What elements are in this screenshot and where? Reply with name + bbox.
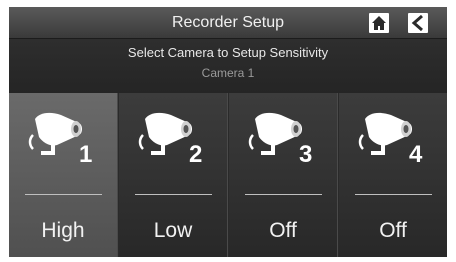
- home-button[interactable]: [369, 13, 389, 33]
- camera-tile-4[interactable]: 4 Off: [339, 93, 447, 257]
- security-camera-icon: [138, 112, 192, 155]
- camera-tiles: 1 High 2 Low 3 Off 4 Off: [9, 93, 447, 257]
- camera-number: 3: [299, 141, 313, 168]
- divider: [135, 194, 212, 195]
- camera-tile-1[interactable]: 1 High: [9, 93, 118, 257]
- home-icon: [372, 16, 386, 30]
- camera-tile-2[interactable]: 2 Low: [119, 93, 228, 257]
- sensitivity-level: High: [41, 219, 85, 242]
- instruction-text: Select Camera to Setup Sensitivity: [127, 45, 329, 60]
- camera-number: 2: [189, 141, 203, 168]
- security-camera-icon: [248, 112, 302, 155]
- instruction-panel: Select Camera to Setup Sensitivity Camer…: [9, 39, 447, 93]
- divider: [355, 194, 432, 195]
- camera-number: 1: [79, 141, 93, 168]
- selected-camera-label: Camera 1: [201, 66, 255, 80]
- security-camera-icon: [358, 112, 412, 155]
- recorder-setup-screen: Recorder Setup Select Camera to Setup Se…: [9, 7, 447, 257]
- camera-tile-3[interactable]: 3 Off: [229, 93, 338, 257]
- camera-number: 4: [409, 141, 423, 168]
- divider: [245, 194, 322, 195]
- divider: [25, 194, 102, 195]
- header-bar: Recorder Setup: [9, 7, 447, 39]
- sensitivity-level: Off: [379, 219, 407, 242]
- sensitivity-level: Low: [153, 219, 193, 242]
- back-arrow-icon: [411, 14, 423, 32]
- sensitivity-level: Off: [269, 219, 297, 242]
- back-button[interactable]: [408, 13, 428, 33]
- security-camera-icon: [28, 112, 82, 155]
